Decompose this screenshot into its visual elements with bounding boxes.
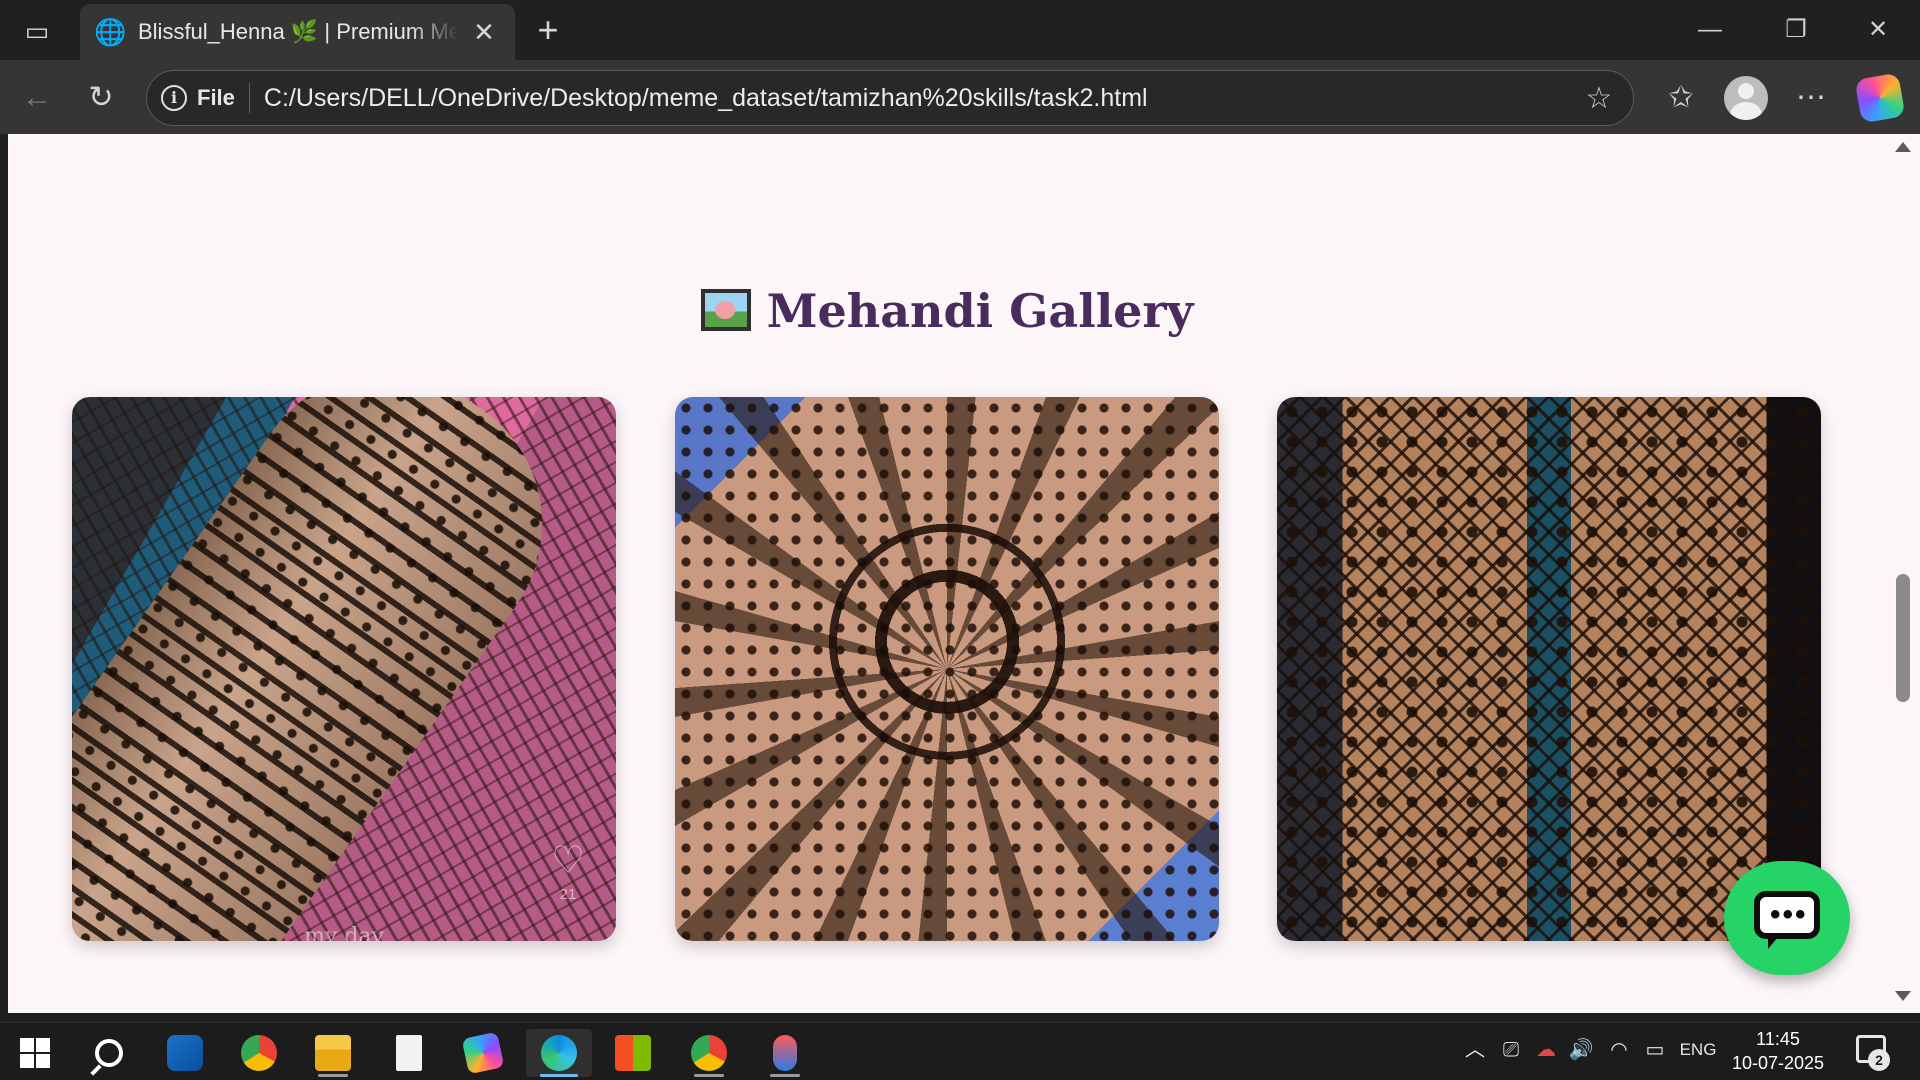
- globe-icon: 🌐: [94, 17, 127, 47]
- site-info-button[interactable]: i File: [161, 85, 235, 111]
- favorite-star-icon[interactable]: ☆: [1579, 79, 1619, 119]
- wifi-icon[interactable]: ◠: [1604, 1035, 1634, 1065]
- scroll-down-arrow-icon[interactable]: [1895, 991, 1911, 1001]
- minimize-icon[interactable]: —: [1680, 8, 1740, 52]
- chat-button[interactable]: •••: [1724, 861, 1850, 975]
- copilot-icon[interactable]: [1854, 72, 1906, 124]
- mehandi-image-3: [1277, 397, 1821, 941]
- info-icon: i: [161, 85, 187, 111]
- taskbar-edge[interactable]: [526, 1029, 592, 1077]
- taskbar-chrome-profile[interactable]: [676, 1029, 742, 1077]
- language-indicator[interactable]: ENG: [1676, 1035, 1720, 1065]
- gallery-card-1[interactable]: ♡ 21 my day: [72, 397, 616, 941]
- profile-avatar[interactable]: [1724, 76, 1768, 120]
- meet-icon[interactable]: ⎚: [1496, 1035, 1526, 1065]
- taskbar-copilot[interactable]: [450, 1029, 516, 1077]
- heart-icon[interactable]: ♡: [548, 842, 588, 880]
- browser-tab[interactable]: 🌐 Blissful_Henna 🌿 | Premium Mehandi ✕: [80, 4, 515, 60]
- edge-icon: [541, 1035, 577, 1071]
- like-count: 21: [559, 886, 577, 903]
- scroll-up-arrow-icon[interactable]: [1895, 142, 1911, 152]
- taskbar-outlook[interactable]: [152, 1029, 218, 1077]
- tab-strip: ▭ 🌐 Blissful_Henna 🌿 | Premium Mehandi ✕…: [0, 0, 1920, 60]
- start-button[interactable]: [2, 1029, 68, 1077]
- tab-title: Blissful_Henna 🌿 | Premium Mehandi: [138, 19, 458, 44]
- chat-bubble-icon: •••: [1754, 891, 1820, 949]
- close-icon[interactable]: ✕: [1848, 8, 1908, 52]
- show-hidden-icons-icon[interactable]: ︿: [1460, 1035, 1490, 1065]
- document-icon: [396, 1035, 422, 1071]
- back-icon[interactable]: ←: [14, 75, 60, 121]
- chrome-icon: [241, 1035, 277, 1071]
- search-icon: [95, 1039, 123, 1067]
- page-scrollbar[interactable]: [1886, 134, 1920, 1013]
- running-indicator: [318, 1074, 348, 1077]
- tab-actions-icon[interactable]: ▭: [14, 14, 60, 48]
- gallery-heading: Mehandi Gallery: [8, 284, 1886, 338]
- mehandi-image-2: [675, 397, 1219, 941]
- url-text[interactable]: C:/Users/DELL/OneDrive/Desktop/meme_data…: [264, 84, 1148, 113]
- tab-close-icon[interactable]: ✕: [468, 16, 500, 48]
- clock-time: 11:45: [1756, 1029, 1800, 1049]
- gallery-title-text: Mehandi Gallery: [766, 284, 1194, 338]
- address-divider: [248, 83, 250, 113]
- scissors-icon: [773, 1035, 797, 1071]
- running-indicator: [694, 1074, 724, 1077]
- chrome-profile-icon: [691, 1035, 727, 1071]
- gallery-card-3[interactable]: [1277, 397, 1821, 941]
- taskbar-search[interactable]: [76, 1029, 142, 1077]
- taskbar-file-explorer[interactable]: [300, 1029, 366, 1077]
- new-tab-icon[interactable]: +: [530, 10, 566, 50]
- folder-icon: [315, 1035, 351, 1071]
- more-menu-icon[interactable]: ⋯: [1788, 75, 1834, 121]
- taskbar-notepad[interactable]: [376, 1029, 442, 1077]
- clock[interactable]: 11:45 10-07-2025: [1722, 1027, 1834, 1075]
- running-indicator: [770, 1074, 800, 1077]
- gallery-card-2[interactable]: [675, 397, 1219, 941]
- battery-icon[interactable]: ▭: [1638, 1035, 1672, 1065]
- address-bar[interactable]: i File C:/Users/DELL/OneDrive/Desktop/me…: [146, 70, 1634, 126]
- outlook-icon: [167, 1035, 203, 1071]
- taskbar-snipping-tool[interactable]: [752, 1029, 818, 1077]
- copilot-app-icon: [461, 1031, 505, 1075]
- clock-date: 10-07-2025: [1731, 1053, 1825, 1073]
- taskbar-chrome[interactable]: [226, 1029, 292, 1077]
- refresh-icon[interactable]: ↻: [78, 75, 124, 121]
- taskbar: ︿ ⎚ ☁ 🔊 ◠ ▭ ENG 11:45 10-07-2025 2: [0, 1022, 1920, 1080]
- scheme-label: File: [197, 85, 235, 110]
- notification-badge: 2: [1868, 1049, 1890, 1071]
- browser-toolbar: ← ↻ i File C:/Users/DELL/OneDrive/Deskto…: [0, 60, 1920, 134]
- taskbar-store[interactable]: [600, 1029, 666, 1077]
- store-icon: [615, 1035, 651, 1071]
- scroll-thumb[interactable]: [1896, 574, 1910, 702]
- favorites-icon[interactable]: ✩: [1658, 75, 1704, 121]
- like-overlay[interactable]: ♡ 21: [548, 842, 588, 903]
- framed-picture-icon: [700, 289, 751, 331]
- image-caption: my day: [304, 924, 384, 941]
- active-indicator: [540, 1074, 578, 1077]
- restore-icon[interactable]: ❐: [1766, 8, 1826, 52]
- windows-logo-icon: [20, 1038, 50, 1068]
- onedrive-error-icon[interactable]: ☁: [1530, 1035, 1562, 1065]
- volume-icon[interactable]: 🔊: [1566, 1035, 1596, 1065]
- page-viewport: Mehandi Gallery ♡ 21 my day: [8, 134, 1886, 1013]
